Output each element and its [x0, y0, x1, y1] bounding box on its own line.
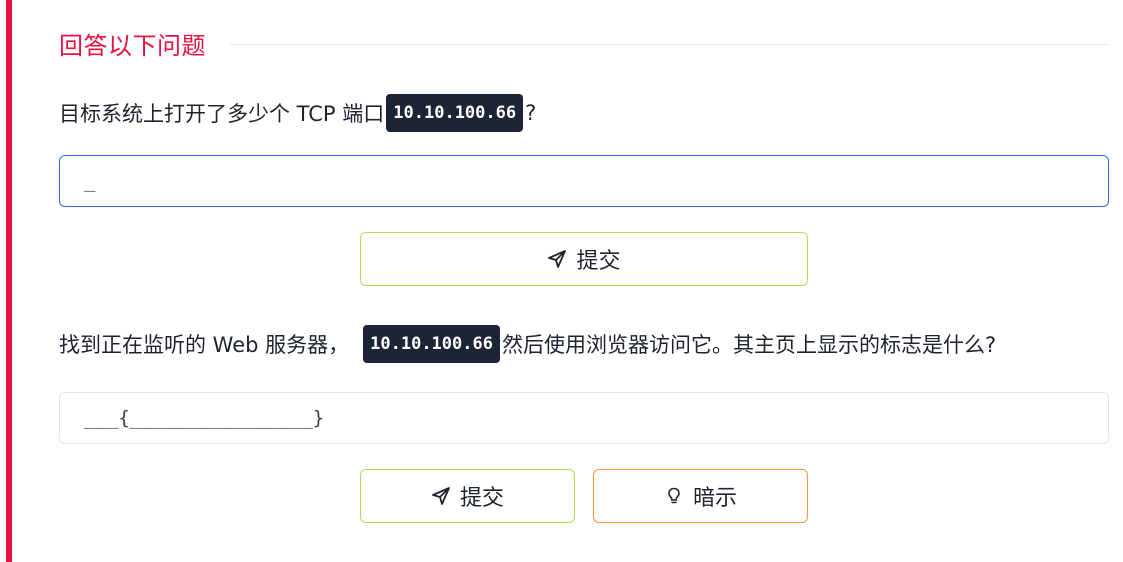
question-2: 找到正在监听的 Web 服务器， 10.10.100.66 然后使用浏览器访问它… — [59, 324, 1109, 364]
question-1: 目标系统上打开了多少个 TCP 端口 10.10.100.66 ? — [59, 93, 1109, 133]
question-1-text: 目标系统上打开了多少个 TCP 端口 — [59, 102, 385, 126]
hint-button[interactable]: 暗示 — [593, 469, 808, 523]
ip-address-badge: 10.10.100.66 — [363, 325, 500, 363]
lightbulb-icon — [664, 486, 684, 506]
answer-2-input[interactable]: ___{________________} — [59, 392, 1109, 444]
question-2-text: 找到正在监听的 Web 服务器， — [59, 333, 350, 357]
submit-button-2[interactable]: 提交 — [360, 469, 575, 523]
accent-bar — [6, 0, 12, 562]
paper-plane-icon — [547, 249, 567, 269]
ip-address-badge: 10.10.100.66 — [386, 94, 524, 132]
question-2-suffix: 然后使用浏览器访问它。其主页上显示的标志是什么? — [501, 333, 997, 357]
section-title: 回答以下问题 — [59, 31, 206, 60]
submit-label: 提交 — [459, 486, 504, 511]
task-panel: 回答以下问题 目标系统上打开了多少个 TCP 端口 10.10.100.66 ?… — [0, 0, 1123, 562]
answer-1-input[interactable]: _ — [59, 155, 1109, 207]
submit-button-1[interactable]: 提交 — [360, 232, 808, 286]
header-divider — [230, 43, 1109, 45]
paper-plane-icon — [431, 486, 451, 506]
question-1-suffix: ? — [525, 101, 537, 125]
hint-label: 暗示 — [692, 486, 737, 511]
section-header: 回答以下问题 — [59, 26, 1109, 60]
submit-label: 提交 — [576, 249, 621, 274]
